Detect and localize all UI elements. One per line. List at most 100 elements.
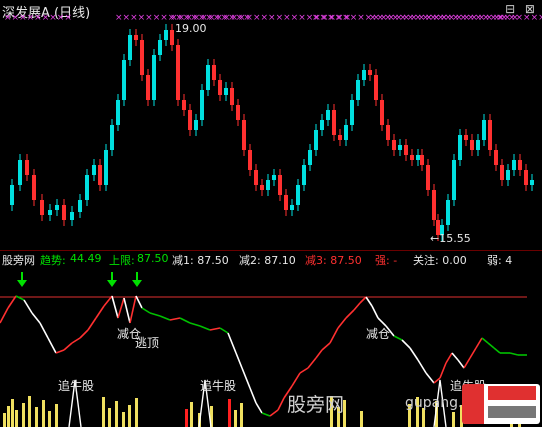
candle-body <box>410 155 414 160</box>
candle-body <box>182 100 186 110</box>
candle-body <box>134 35 138 40</box>
trend-segment <box>409 347 419 361</box>
candle-body <box>356 80 360 100</box>
trend-segment <box>235 352 243 369</box>
candle-body <box>164 30 168 40</box>
signal-marker: ×××××××××××××××××× <box>425 13 542 23</box>
candle-body <box>470 140 474 150</box>
candle-body <box>332 110 336 135</box>
volume-bar <box>228 399 231 427</box>
candle-body <box>458 135 462 160</box>
chase-peak-group <box>68 379 447 427</box>
trend-segment <box>179 317 191 324</box>
candle-body <box>224 88 228 95</box>
trend-segment <box>149 312 161 317</box>
trend-segment <box>219 327 229 334</box>
trend-segment <box>79 329 89 339</box>
trend-segment <box>47 337 57 354</box>
volume-bar <box>452 412 455 427</box>
volume-bar <box>22 403 25 427</box>
volume-bar <box>128 405 131 427</box>
trend-segment <box>445 352 453 364</box>
trend-segment <box>307 357 317 369</box>
trend-segment <box>451 352 459 361</box>
candle-body <box>296 185 300 205</box>
weak-value: 弱: 4 <box>487 254 513 267</box>
candle-body <box>152 55 156 100</box>
candle-body <box>290 205 294 210</box>
candle-body <box>488 120 492 150</box>
trend-segment <box>291 372 301 387</box>
volume-bar <box>102 397 105 427</box>
volume-bar <box>11 399 14 427</box>
candle-body <box>266 180 270 190</box>
trend-segment <box>463 357 471 369</box>
volume-bar <box>240 403 243 427</box>
trend-segment <box>159 315 171 321</box>
trend-segment <box>23 299 33 314</box>
trend-segment <box>255 402 263 414</box>
volume-bar <box>42 400 45 427</box>
candle-body <box>308 150 312 165</box>
candle-body <box>254 170 258 185</box>
candle-body <box>40 200 44 215</box>
trend-segment <box>7 295 17 309</box>
candle-body <box>176 45 180 100</box>
candle-body <box>350 100 354 125</box>
buy-arrow-icon <box>17 272 27 287</box>
trend-segment <box>209 327 221 331</box>
candle-body <box>524 170 528 185</box>
volume-bar <box>190 402 193 427</box>
price-chart[interactable]: ××××××××× ×××××××××××××××××××××××××××××××… <box>0 0 542 250</box>
trend-segment <box>365 296 373 307</box>
trend-segment <box>261 412 271 417</box>
trend-segment <box>417 359 427 374</box>
trend-segment <box>135 295 143 309</box>
volume-bar <box>3 413 6 427</box>
trend-segment <box>199 325 211 331</box>
candle-body <box>110 125 114 150</box>
candle-body <box>242 120 246 150</box>
trend-segment <box>425 372 435 384</box>
trend-segment <box>227 332 237 354</box>
candle-body <box>452 160 456 200</box>
candle-body <box>398 145 402 150</box>
candle-body <box>18 160 22 185</box>
reduce3-value: 减3: 87.50 <box>305 254 362 267</box>
trend-segment <box>299 367 309 374</box>
candle-body <box>122 60 126 100</box>
candle-body <box>116 100 120 125</box>
trend-segment <box>129 295 137 324</box>
pane-divider <box>0 250 542 251</box>
trend-segment <box>359 296 367 304</box>
volume-bar <box>48 411 51 427</box>
buy-arrow-icon <box>107 272 117 287</box>
candle-body <box>404 145 408 155</box>
indicator-name[interactable]: 股旁网 <box>2 252 35 268</box>
candle-body <box>200 90 204 120</box>
candle-body <box>70 212 74 220</box>
trend-segment <box>439 362 447 379</box>
trend-segment <box>95 305 105 319</box>
candle-body <box>464 135 468 140</box>
candle-body <box>25 160 29 175</box>
candle-body <box>530 180 534 185</box>
reduce2-value: 减2: 87.10 <box>239 254 296 267</box>
trend-segment <box>401 339 411 349</box>
trend-segment <box>315 349 323 359</box>
candle-body <box>494 150 498 165</box>
volume-bar <box>115 401 118 427</box>
candle-body <box>32 175 36 200</box>
reduce-position-label-2: 减仓 <box>366 327 391 341</box>
candle-body <box>284 195 288 210</box>
trend-segment <box>55 349 65 354</box>
candle-body <box>518 160 522 170</box>
candle-body <box>338 135 342 140</box>
trend-label: 趋势: <box>40 254 66 267</box>
candle-body <box>482 120 486 140</box>
candle-body <box>170 30 174 45</box>
trend-segment <box>493 347 501 354</box>
trend-segment <box>353 302 361 311</box>
candle-body <box>158 40 162 55</box>
trend-segment <box>117 297 125 319</box>
